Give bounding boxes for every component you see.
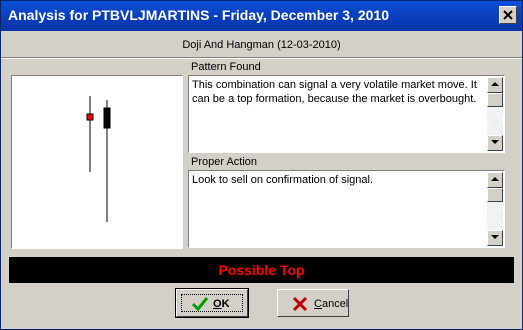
candlestick-chart [11,75,183,249]
checkmark-icon [191,297,209,312]
arrow-down-icon [491,140,499,144]
proper-action-text: Look to sell on confirmation of signal. [192,174,373,186]
scroll-thumb[interactable] [487,93,503,107]
window-title: Analysis for PTBVLJMARTINS - Friday, Dec… [8,7,389,23]
pattern-subtitle: Doji And Hangman (12-03-2010) [182,39,341,51]
pattern-found-memo[interactable]: This combination can signal a very volat… [188,75,505,153]
hangman-body [103,107,111,129]
scroll-down-button[interactable] [487,230,503,246]
pattern-found-text: This combination can signal a very volat… [192,79,477,105]
cancel-label: Cancel [314,298,349,310]
ok-button[interactable]: OK [175,288,249,318]
arrow-down-icon [491,235,499,239]
scroll-up-button[interactable] [487,172,503,188]
signal-status-text: Possible Top [218,262,305,278]
title-bar[interactable]: Analysis for PTBVLJMARTINS - Friday, Dec… [1,1,522,31]
scroll-up-button[interactable] [487,77,503,93]
close-icon [503,10,513,20]
cancel-x-icon [292,296,308,312]
arrow-up-icon [491,82,499,86]
proper-action-scrollbar[interactable] [487,172,503,246]
arrow-up-icon [491,177,499,181]
cancel-button[interactable]: Cancel [277,289,349,317]
pattern-found-label: Pattern Found [191,61,261,73]
scroll-thumb[interactable] [487,188,503,202]
divider [1,57,522,59]
proper-action-memo[interactable]: Look to sell on confirmation of signal. [188,170,505,248]
pattern-found-scrollbar[interactable] [487,77,503,151]
scroll-down-button[interactable] [487,135,503,151]
ok-label: OK [213,298,230,310]
analysis-dialog: Analysis for PTBVLJMARTINS - Friday, Dec… [0,0,523,330]
close-button[interactable] [499,6,517,24]
signal-status-bar: Possible Top [9,257,514,283]
proper-action-label: Proper Action [191,156,258,168]
doji-body [86,113,94,121]
candlestick-svg [86,96,111,222]
